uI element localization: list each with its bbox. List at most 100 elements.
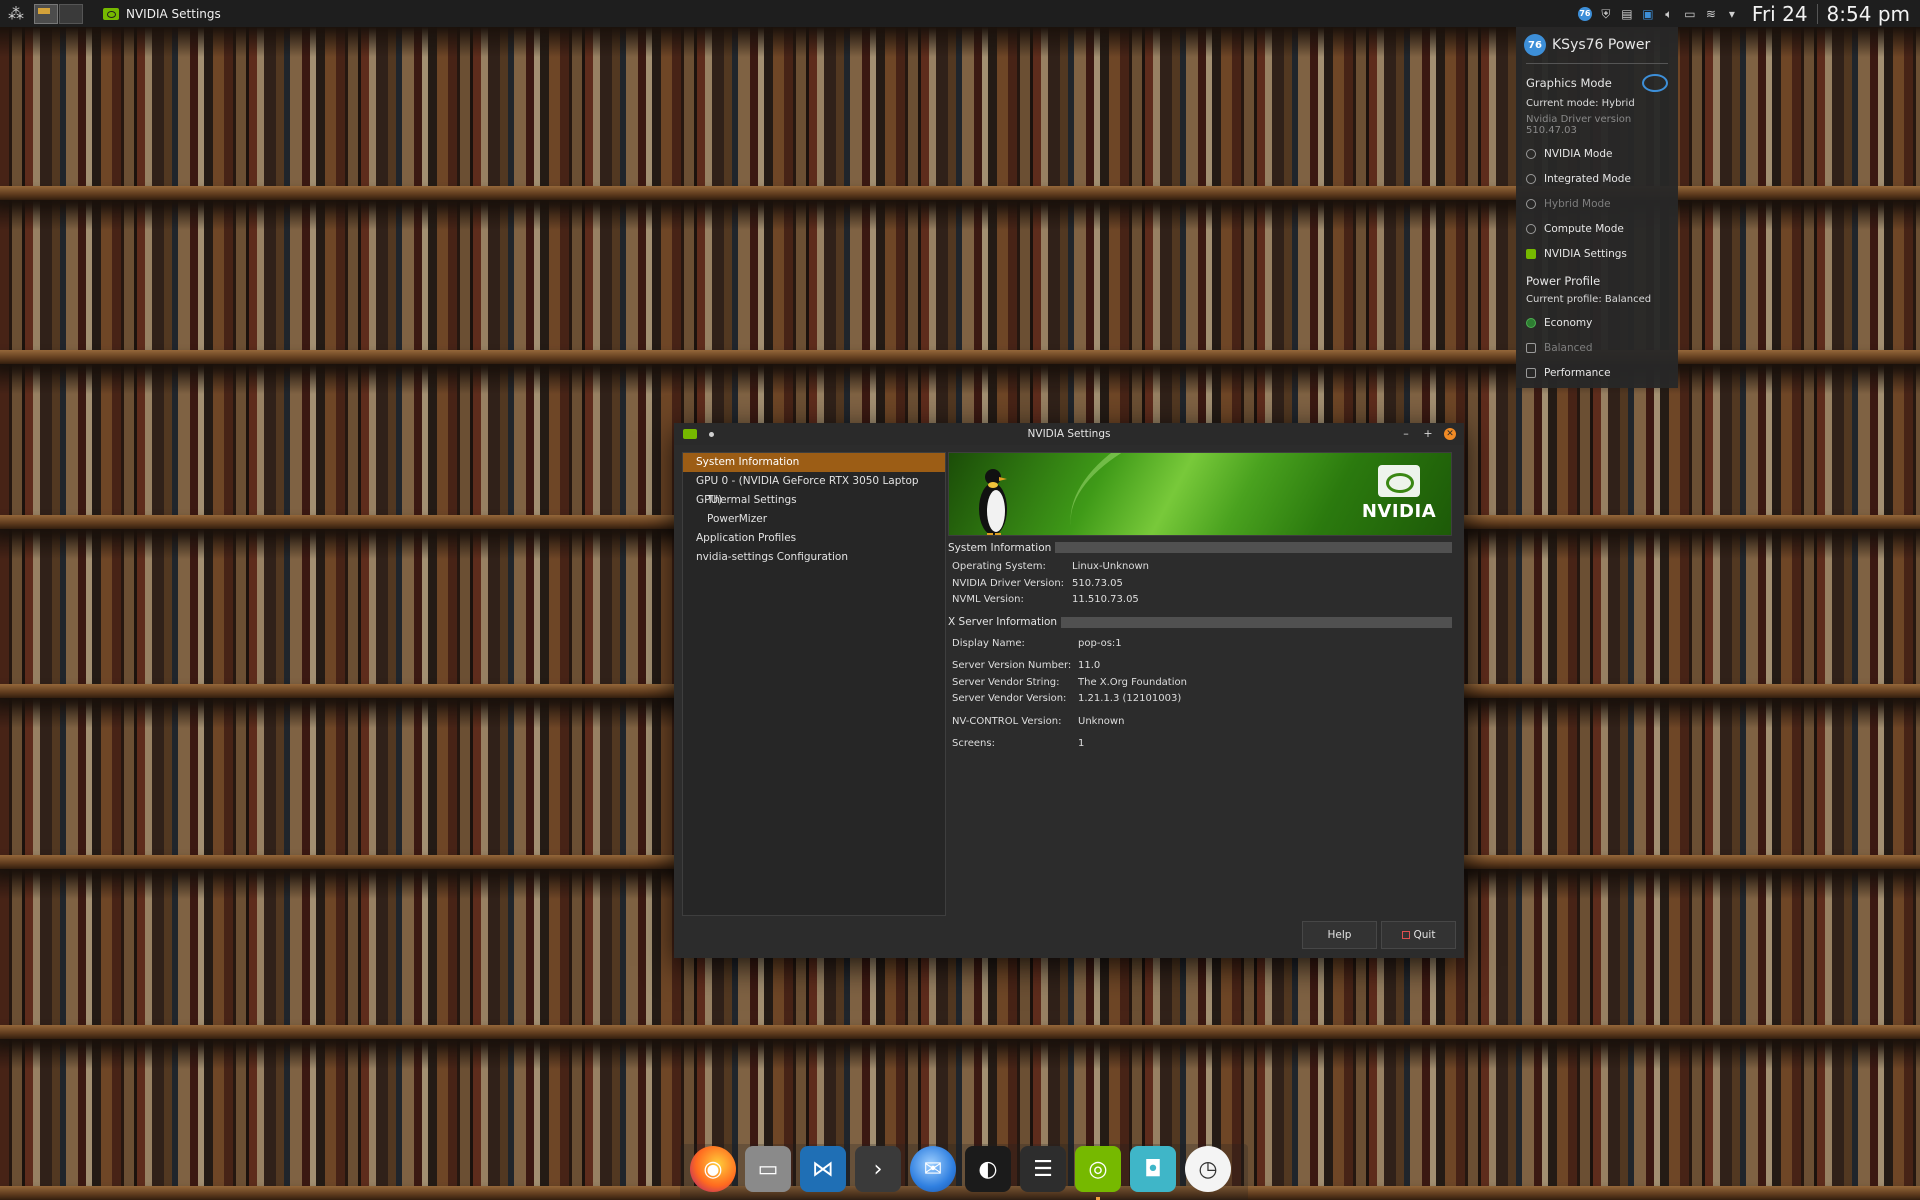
info-row: NVIDIA Driver Version: 510.73.05	[952, 577, 1123, 589]
mode-icon	[1526, 198, 1536, 209]
nav-item-gpu-0[interactable]: GPU 0 - (NVIDIA GeForce RTX 3050 Laptop …	[683, 472, 945, 506]
nvidia-settings-window: NVIDIA Settings – + ✕ System Information…	[674, 423, 1464, 958]
window-title: NVIDIA Settings	[1027, 428, 1111, 440]
power-profile-heading: Power Profile	[1526, 274, 1601, 288]
compute-mode-button[interactable]: Compute Mode	[1516, 216, 1678, 241]
info-row: NV-CONTROL Version: Unknown	[952, 715, 1125, 727]
nvidia-logo: NVIDIA	[1359, 465, 1439, 525]
quit-icon	[1401, 931, 1410, 939]
quit-button[interactable]: Quit	[1381, 921, 1456, 949]
thunderbird-icon[interactable]: ✉	[910, 1146, 956, 1192]
nvidia-wordmark: NVIDIA	[1361, 501, 1437, 522]
info-row: NVML Version: 11.510.73.05	[952, 594, 1139, 605]
nvidia-banner: NVIDIA	[948, 452, 1452, 536]
menu-item-label: Performance	[1544, 366, 1611, 379]
mode-icon	[1526, 223, 1536, 234]
system-information-panel: System Information Operating System: Lin…	[948, 540, 1452, 753]
leaf-icon	[1526, 317, 1536, 328]
integrated-mode-button[interactable]: Integrated Mode	[1516, 166, 1678, 191]
nvidia-icon	[103, 7, 119, 20]
section-header: X Server Information	[948, 615, 1452, 630]
performance-profile-button[interactable]: Performance	[1516, 360, 1678, 385]
hybrid-mode-button: Hybrid Mode	[1516, 191, 1678, 216]
menu-item-label: NVIDIA Settings	[1544, 247, 1627, 260]
desktop-2[interactable]	[59, 3, 83, 24]
system76-power-popup: 76 KSys76 Power Graphics Mode Current mo…	[1516, 27, 1678, 388]
graphics-mode-heading: Graphics Mode	[1526, 76, 1612, 90]
clock-icon[interactable]: ◷	[1185, 1146, 1231, 1192]
menu-item-label: Hybrid Mode	[1544, 197, 1611, 210]
top-panel: ⁂ NVIDIA Settings 76 ⛨ ▤ ▣ 🔈︎ ▭ ≋ ▾ Fri …	[0, 0, 1920, 27]
x-server-information-heading: X Server Information	[948, 616, 1058, 628]
application-launcher-icon[interactable]: ⁂	[6, 4, 26, 24]
tweaks-icon[interactable]: ☰	[1020, 1146, 1066, 1192]
firefox-icon[interactable]: ◉	[690, 1146, 736, 1192]
clipboard-icon[interactable]: ▤	[1620, 7, 1634, 21]
current-profile-label: Current profile: Balanced	[1526, 294, 1652, 305]
system76-icon[interactable]: 76	[1577, 6, 1592, 21]
help-button[interactable]: Help	[1302, 921, 1377, 949]
menu-item-label: Balanced	[1544, 341, 1593, 354]
mode-icon	[1526, 173, 1536, 184]
nvidia-settings-button[interactable]: NVIDIA Settings	[1516, 241, 1678, 266]
pin-icon[interactable]	[709, 431, 714, 437]
battery-icon[interactable]: ▭	[1683, 7, 1697, 21]
info-row: Server Version Number: 11.0	[952, 660, 1101, 671]
close-icon[interactable]: ✕	[1444, 428, 1456, 440]
nvidia-icon[interactable]: ◎	[1075, 1146, 1121, 1200]
nav-item-powermizer[interactable]: PowerMizer	[683, 510, 945, 529]
nvidia-eye-icon	[1378, 465, 1420, 497]
performance-icon	[1526, 367, 1536, 378]
divider	[1526, 63, 1668, 64]
minimize-icon[interactable]: –	[1400, 428, 1412, 440]
virtual-desktop-pager[interactable]	[34, 3, 83, 24]
nvidia-icon	[683, 429, 697, 439]
economy-profile-button[interactable]: Economy	[1516, 310, 1678, 335]
navigation-tree: System Information GPU 0 - (NVIDIA GeFor…	[682, 452, 946, 916]
info-row: Operating System: Linux-Unknown	[952, 561, 1149, 572]
popup-title: KSys76 Power	[1552, 37, 1651, 53]
clock-time[interactable]: 8:54 pm	[1827, 2, 1910, 26]
nav-item-nvidia-settings-configuration[interactable]: nvidia-settings Configuration	[683, 548, 945, 567]
balanced-profile-button: Balanced	[1516, 335, 1678, 360]
info-row: Server Vendor Version: 1.21.1.3 (1210100…	[952, 693, 1182, 704]
menu-item-label: Compute Mode	[1544, 222, 1624, 235]
volume-icon[interactable]: 🔈︎	[1662, 7, 1676, 21]
current-mode-label: Current mode: Hybrid	[1526, 98, 1635, 109]
nav-item-thermal-settings[interactable]: Thermal Settings	[683, 491, 945, 510]
driver-version-label: Nvidia Driver version 510.47.03	[1526, 114, 1632, 136]
system76-icon: 76	[1524, 34, 1546, 56]
taskbar-entry-nvidia-settings[interactable]: NVIDIA Settings	[97, 0, 227, 27]
nav-item-application-profiles[interactable]: Application Profiles	[683, 529, 945, 548]
wifi-icon[interactable]: ≋	[1704, 7, 1718, 21]
dock: ◉ ▭ ⋈ › ✉ ◐ ☰ ◎ ◘ ◷	[680, 1138, 1248, 1200]
task-title: NVIDIA Settings	[126, 6, 221, 21]
display-icon[interactable]: ▣	[1641, 7, 1655, 21]
nav-item-system-information[interactable]: System Information	[683, 453, 945, 472]
graphics-card-icon	[1642, 74, 1668, 92]
menu-item-label: NVIDIA Mode	[1544, 147, 1613, 160]
nvidia-mode-button[interactable]: NVIDIA Mode	[1516, 141, 1678, 166]
info-row: Screens: 1	[952, 738, 1085, 749]
menu-item-label: Integrated Mode	[1544, 172, 1631, 185]
penguin-icon	[979, 469, 1007, 535]
window-titlebar[interactable]: NVIDIA Settings – + ✕	[674, 423, 1464, 445]
mode-icon	[1526, 148, 1536, 159]
info-row: Display Name: pop-os:1	[952, 637, 1122, 649]
screenshot-icon[interactable]: ◘	[1130, 1146, 1176, 1192]
nvidia-icon	[1526, 248, 1536, 259]
clock-day[interactable]: Fri 24	[1752, 2, 1808, 26]
terminal-icon[interactable]: ›	[855, 1146, 901, 1192]
shield-icon[interactable]: ⛨	[1599, 7, 1613, 21]
files-icon[interactable]: ▭	[745, 1146, 791, 1192]
system-tray: 76 ⛨ ▤ ▣ 🔈︎ ▭ ≋ ▾ Fri 24 8:54 pm	[1577, 2, 1920, 26]
vscode-icon[interactable]: ⋈	[800, 1146, 846, 1192]
document-reader-icon[interactable]: ◐	[965, 1146, 1011, 1192]
maximize-icon[interactable]: +	[1422, 428, 1434, 440]
section-header: System Information	[948, 540, 1452, 555]
chevron-down-icon[interactable]: ▾	[1725, 7, 1739, 21]
balanced-icon	[1526, 342, 1536, 353]
desktop-1[interactable]	[34, 3, 58, 24]
system-information-heading: System Information	[948, 541, 1052, 554]
menu-item-label: Economy	[1544, 316, 1593, 329]
